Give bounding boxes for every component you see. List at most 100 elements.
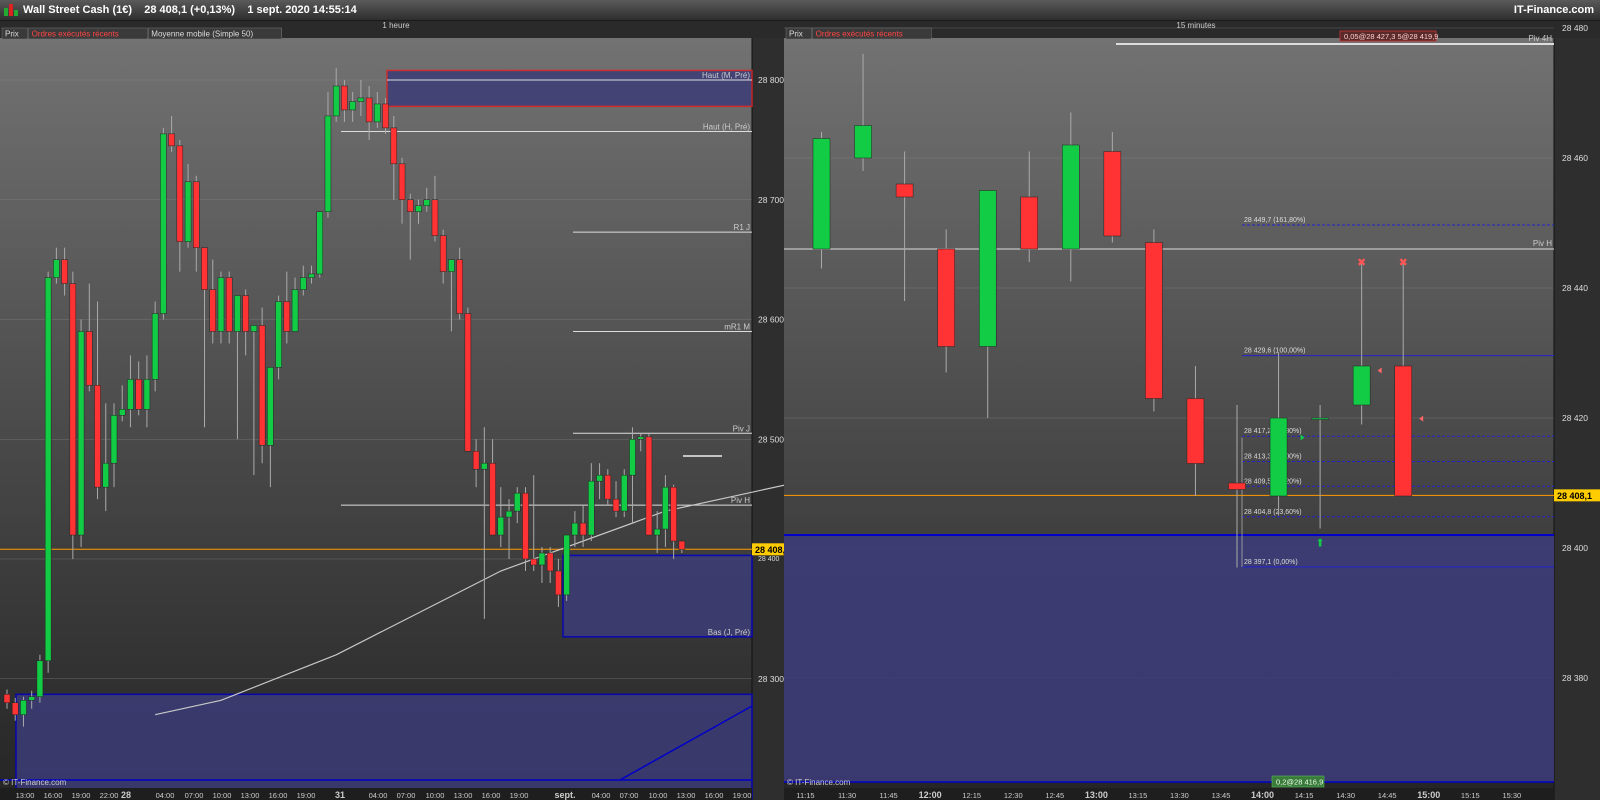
y-tick-label: 28 800 [758, 75, 784, 85]
left-candle [250, 325, 258, 332]
x-tick-label: 19:00 [297, 791, 316, 800]
right-candle [1145, 242, 1163, 399]
x-tick-label: 04:00 [156, 791, 175, 800]
left-candle [612, 498, 620, 512]
left-candle [596, 474, 603, 482]
right-candle [937, 248, 955, 347]
x-tick-label: 19:00 [733, 791, 752, 800]
x-tick-label: 28 [121, 790, 131, 800]
x-tick-label: 14:30 [1336, 791, 1355, 800]
left-candle [61, 259, 68, 284]
left-candle [102, 462, 110, 488]
left-candle [604, 474, 612, 500]
left-candle [538, 552, 546, 566]
x-tick-label: 10:00 [213, 791, 232, 800]
left-candle [209, 289, 216, 332]
left-candle [571, 522, 579, 536]
level-label: R1 J [734, 223, 750, 232]
left-candle [201, 247, 208, 290]
level-label: Bas (J, Pré) [708, 628, 751, 637]
left-candle [341, 85, 348, 111]
bottom-tag: 0,2@28 416,9 [1276, 778, 1323, 787]
instrument-name: Wall Street Cash (1€) [23, 4, 133, 16]
level-label: Piv 4H [1528, 34, 1552, 43]
x-tick-label: 13:15 [1129, 791, 1148, 800]
left-candle [69, 283, 77, 536]
x-tick-label: 15:30 [1502, 791, 1521, 800]
left-candle [621, 474, 628, 512]
y-tick-label: 28 400 [758, 556, 780, 563]
brand-name: IT-Finance.com [1513, 4, 1594, 16]
left-candle [365, 97, 373, 123]
x-tick-label: 14:00 [1251, 790, 1274, 800]
x-tick-label: 19:00 [510, 791, 529, 800]
left-candle [530, 558, 537, 566]
fib-label: 28 429,6 (100,00%) [1244, 348, 1306, 355]
x-tick-label: 16:00 [705, 791, 724, 800]
x-tick-label: 13:30 [1170, 791, 1189, 800]
left-candle [514, 492, 521, 512]
y-tick-label: 28 500 [758, 434, 784, 444]
left-candle [546, 552, 554, 572]
left-candle [349, 101, 356, 111]
x-tick-label: 12:15 [962, 791, 981, 800]
right-candle [1020, 196, 1038, 250]
x-tick-label: 16:00 [269, 791, 288, 800]
x-tick-label: 31 [335, 790, 345, 800]
left-candle [448, 259, 455, 272]
left-candle [234, 295, 241, 332]
left-candle [472, 450, 480, 470]
right-candle [1269, 417, 1288, 497]
left-candle [431, 199, 439, 236]
left-candle [505, 510, 513, 518]
level-label: Haut (H, Pré) [703, 122, 750, 131]
left-candle [522, 492, 529, 560]
x-tick-label: 07:00 [620, 791, 639, 800]
x-tick-label: 13:00 [677, 791, 696, 800]
left-candle [308, 273, 315, 278]
left-candle [407, 199, 414, 212]
level-label: Haut (M, Pré) [702, 71, 750, 80]
left-candle [143, 379, 151, 410]
x-tick-label: 16:00 [44, 791, 63, 800]
chart-15m[interactable]: 15 minutes Prix Ordres exécutés récents 0,0… [784, 20, 1600, 800]
left-candle [77, 331, 85, 536]
x-tick-label: 04:00 [592, 791, 611, 800]
x-tick-label: 13:45 [1212, 791, 1231, 800]
x-tick-label: 15:15 [1461, 791, 1480, 800]
left-candle [555, 570, 562, 596]
x-tick-label: 12:30 [1004, 791, 1023, 800]
y-tick-label: 28 460 [1562, 153, 1588, 163]
left-candle [464, 313, 472, 452]
support-zone-low [15, 693, 753, 800]
left-candle [332, 85, 340, 117]
x-tick-label: 13:00 [241, 791, 260, 800]
right-candle [1228, 482, 1246, 490]
x-tick-label: 04:00 [369, 791, 388, 800]
left-candle [670, 486, 677, 542]
left-candle [184, 181, 192, 242]
left-candle [168, 133, 175, 147]
left-candle [275, 301, 282, 368]
x-tick-label: 07:00 [397, 791, 416, 800]
current-price-label: 28 408,1 [1557, 491, 1592, 501]
left-candle [127, 379, 134, 410]
left-candle [44, 277, 52, 662]
x-tick-label: 14:15 [1295, 791, 1314, 800]
quote-datetime: 1 sept. 2020 14:55:14 [247, 4, 357, 16]
left-candle [94, 385, 101, 488]
left-candle [629, 439, 636, 476]
left-candle [176, 145, 184, 242]
level-label: Piv J [733, 424, 750, 433]
left-candle [316, 211, 323, 275]
left_panel-tag: Ordres exécutés récents [32, 30, 119, 39]
left-candle [160, 133, 167, 314]
x-tick-label: 19:00 [72, 791, 91, 800]
right-candle [895, 183, 914, 198]
left-candle [439, 235, 447, 272]
left-candle [53, 259, 60, 278]
fib-label: 28 397,1 (0,00%) [1244, 559, 1298, 566]
left-candle [242, 295, 249, 332]
left-candle [3, 694, 11, 703]
chart-1h[interactable]: 1 heure Prix Ordres exécutés récents Moyenn… [0, 20, 784, 800]
